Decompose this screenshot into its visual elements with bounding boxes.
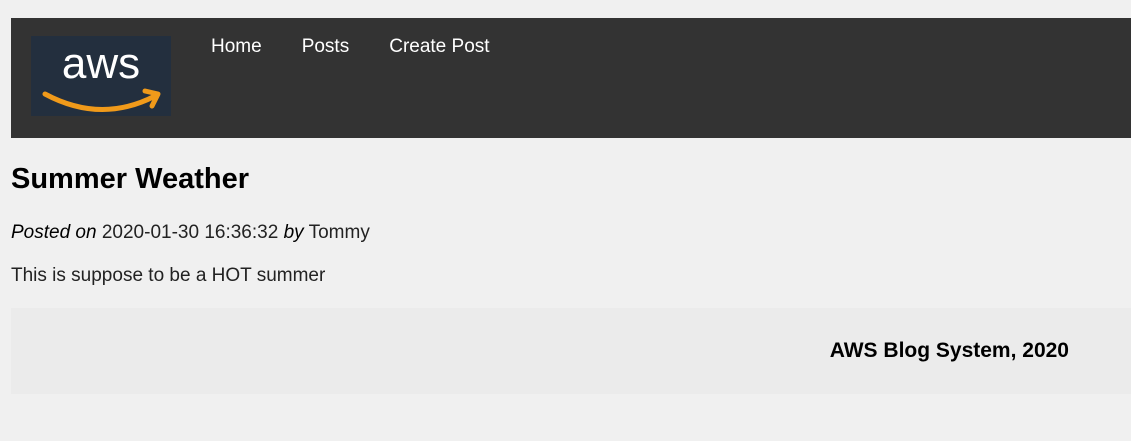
aws-logo[interactable]: aws xyxy=(31,36,171,116)
post-title: Summer Weather xyxy=(11,163,249,195)
site-footer: AWS Blog System, 2020 xyxy=(11,308,1131,394)
logo-text: aws xyxy=(62,39,140,88)
site-header: aws Home Posts Create Post xyxy=(11,18,1131,138)
post-meta: Posted on 2020-01-30 16:36:32 by Tommy xyxy=(11,221,370,245)
post-date: 2020-01-30 16:36:32 xyxy=(101,222,279,243)
by-label: by xyxy=(283,222,304,243)
footer-text: AWS Blog System, 2020 xyxy=(829,339,1069,362)
post-author: Tommy xyxy=(308,222,370,243)
main-nav: Home Posts Create Post xyxy=(211,36,530,58)
nav-home-link[interactable]: Home xyxy=(211,36,262,58)
posted-on-label: Posted on xyxy=(11,222,97,243)
post-body: This is suppose to be a HOT summer xyxy=(11,265,326,286)
nav-posts-link[interactable]: Posts xyxy=(302,36,350,58)
nav-create-post-link[interactable]: Create Post xyxy=(389,36,489,58)
aws-logo-icon: aws xyxy=(42,39,161,112)
